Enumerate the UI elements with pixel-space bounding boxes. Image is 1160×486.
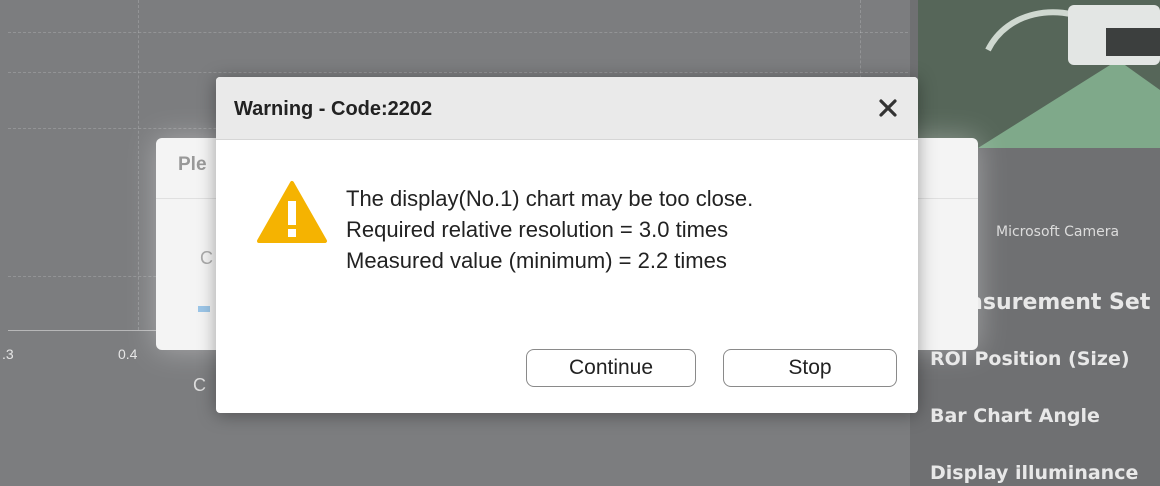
grid-line	[138, 0, 139, 330]
x-tick-label: .3	[2, 346, 14, 362]
stop-button[interactable]: Stop	[723, 349, 897, 387]
panel-heading: asurement Set	[968, 290, 1151, 315]
panel-item-roi-position[interactable]: ROI Position (Size)	[930, 348, 1130, 370]
underlying-dialog-title: Ple	[178, 154, 207, 175]
grid-line	[8, 32, 908, 33]
x-tick-label: 0.4	[118, 346, 138, 362]
message-line: Required relative resolution = 3.0 times	[346, 217, 729, 242]
panel-item-bar-chart-angle[interactable]: Bar Chart Angle	[930, 405, 1100, 427]
message-line: Measured value (minimum) = 2.2 times	[346, 248, 727, 273]
panel-item-display-illuminance[interactable]: Display illuminance	[930, 462, 1138, 484]
continue-button[interactable]: Continue	[526, 349, 696, 387]
warning-dialog: Warning - Code:2202 The display(No.1) ch…	[216, 77, 918, 413]
dialog-message: The display(No.1) chart may be too close…	[346, 183, 753, 276]
camera-label: Microsoft Camera	[996, 224, 1120, 240]
background-fragment: C	[193, 375, 206, 395]
dialog-header: Warning - Code:2202	[216, 77, 918, 140]
warning-triangle-icon	[256, 179, 328, 245]
close-icon[interactable]	[874, 94, 902, 122]
underlying-dialog-text: C	[200, 248, 213, 268]
progress-fragment	[198, 306, 210, 312]
dialog-title: Warning - Code:2202	[234, 98, 433, 120]
camera-preview	[918, 0, 1160, 148]
grid-line	[8, 72, 908, 73]
message-line: The display(No.1) chart may be too close…	[346, 186, 754, 211]
